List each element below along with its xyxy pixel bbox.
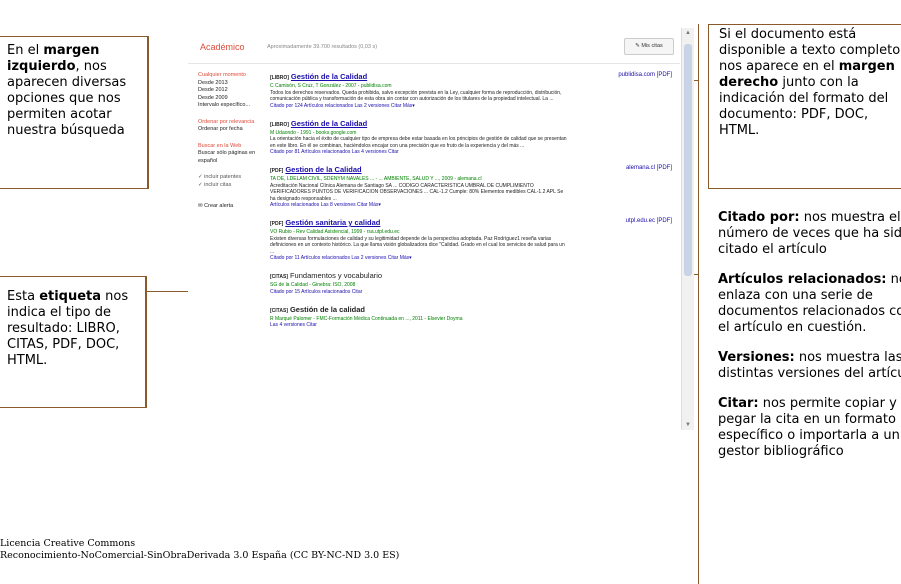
- result-title-link[interactable]: Gestión de la Calidad: [291, 119, 367, 128]
- list-item: [PDF] Gestión sanitaria y calidad VO Rubi…: [270, 218, 676, 262]
- explanation-related: Artículos relacionados: nos enlaza con u…: [718, 272, 901, 336]
- callout-margin-left: En el margen izquierdo, nos aparecen div…: [0, 36, 148, 189]
- explanation-term: Citar:: [718, 396, 759, 411]
- scholar-screenshot: Académico Aproximadamente 39.700 resulta…: [188, 28, 694, 430]
- list-item: [CITAS] Gestión de la calidad R Marqué Pa…: [270, 305, 676, 330]
- explanation-term: Citado por:: [718, 210, 800, 225]
- result-snippet: Todos los derechos reservados. Queda pro…: [270, 89, 562, 103]
- result-title-link[interactable]: Gestion de la Calidad: [285, 165, 361, 174]
- result-links[interactable]: Artículos relacionados Las 8 versiones C…: [270, 202, 676, 209]
- mail-icon: ✉: [198, 203, 203, 209]
- callout-text: Esta: [7, 289, 40, 304]
- include-citations-option[interactable]: ✓ incluir citas: [198, 182, 258, 190]
- explanation-versions: Versiones: nos muestra las distintas ver…: [718, 350, 901, 382]
- result-title[interactable]: [LIBRO] Gestión de la Calidad: [270, 72, 676, 83]
- result-snippet: Existen diversas formulaciones de calida…: [270, 235, 565, 255]
- result-snippet: Acreditación Nacional Clínica Alemana de…: [270, 182, 564, 202]
- sort-date[interactable]: Ordenar por fecha: [198, 126, 258, 134]
- result-title[interactable]: [PDF] Gestión sanitaria y calidad: [270, 218, 676, 229]
- callout-bold: etiqueta: [39, 289, 102, 304]
- search-web[interactable]: Buscar en la Web: [198, 143, 258, 151]
- create-alert-link[interactable]: ✉ Crear alerta: [198, 203, 258, 211]
- callout-text: En el: [7, 43, 44, 58]
- result-links[interactable]: Citado por 15 Artículos relacionados Cit…: [270, 289, 676, 296]
- filter-custom-range[interactable]: Intervalo específico...: [198, 102, 258, 110]
- sort-filters: Ordenar por relevancia Ordenar por fecha: [198, 119, 258, 134]
- link-explanations: Citado por: nos muestra el número de vec…: [718, 210, 901, 474]
- license-detail: Reconocimiento-NoComercial-SinObraDeriva…: [0, 550, 400, 561]
- explanation-cited-by: Citado por: nos muestra el número de vec…: [718, 210, 901, 258]
- callout-label-type: Esta etiqueta nos indica el tipo de resu…: [0, 276, 146, 408]
- explanation-cite: Citar: nos permite copiar y pegar la cit…: [718, 396, 901, 460]
- result-snippet: La orientación hacia el éxito de cualqui…: [270, 136, 567, 149]
- list-item: [LIBRO] Gestión de la Calidad C Camisón, …: [270, 72, 676, 110]
- connector-line: [148, 36, 149, 189]
- results-list: [LIBRO] Gestión de la Calidad C Camisón, …: [270, 72, 676, 338]
- result-title-link[interactable]: Gestión sanitaria y calidad: [285, 218, 380, 227]
- result-type-tag: [CITAS]: [270, 307, 288, 314]
- filter-since-2013[interactable]: Desde 2013: [198, 80, 258, 88]
- result-links[interactable]: Citado por 81 Artículos relacionados Las…: [270, 149, 676, 156]
- list-item: [LIBRO] Gestión de la Calidad M Udaondo -…: [270, 119, 676, 157]
- include-options: ✓ incluir patentes ✓ incluir citas: [198, 174, 258, 189]
- my-cites-button[interactable]: ✎ Mis citas: [624, 38, 674, 55]
- sort-relevance[interactable]: Ordenar por relevancia: [198, 119, 258, 127]
- result-authors: TA DE, LDELAM CIVIL, SDENYM NAVALES ... …: [270, 176, 482, 182]
- result-title: [CITAS] Fundamentos y vocabulario: [270, 271, 676, 282]
- result-title: [CITAS] Gestión de la calidad: [270, 305, 676, 316]
- include-patents-label: incluir patentes: [204, 174, 242, 180]
- result-links[interactable]: Citado por 11 Artículos relacionados Las…: [270, 255, 676, 262]
- list-item: [CITAS] Fundamentos y vocabulario SG de l…: [270, 271, 676, 296]
- result-title-link[interactable]: Gestión de la Calidad: [291, 72, 367, 81]
- include-patents-option[interactable]: ✓ incluir patentes: [198, 174, 258, 182]
- license-footer: Licencia Creative Commons Reconocimiento…: [0, 538, 399, 562]
- explanation-term: Versiones:: [718, 350, 795, 365]
- result-type-tag: [PDF]: [270, 168, 284, 174]
- search-spanish-only[interactable]: Buscar sólo páginas en español: [198, 150, 258, 165]
- scrollbar-thumb[interactable]: [684, 44, 692, 276]
- explanation-term: Artículos relacionados:: [718, 272, 887, 287]
- connector-line: [698, 24, 699, 584]
- arrow-up-icon[interactable]: ▲: [684, 30, 692, 36]
- my-cites-label: Mis citas: [641, 43, 663, 49]
- fulltext-link[interactable]: publidisa.com [PDF]: [618, 72, 672, 78]
- checkmark-icon: ✓: [198, 181, 203, 188]
- result-type-tag: [LIBRO]: [270, 75, 289, 81]
- result-type-tag: [LIBRO]: [270, 121, 289, 128]
- filter-since-2009[interactable]: Desde 2009: [198, 95, 258, 103]
- connector-line: [146, 276, 147, 408]
- scholar-brand: Académico: [200, 42, 245, 52]
- list-item: [PDF] Gestion de la Calidad TA DE, LDELAM…: [270, 165, 676, 209]
- filter-since-2012[interactable]: Desde 2012: [198, 87, 258, 95]
- fulltext-link[interactable]: alemana.cl [PDF]: [626, 165, 672, 171]
- result-title-text: Gestión de la calidad: [289, 304, 365, 314]
- result-title[interactable]: [PDF] Gestion de la Calidad: [270, 165, 676, 176]
- result-title-text: Fundamentos y vocabulario: [289, 271, 383, 280]
- result-links[interactable]: Citado por 124 Artículos relacionados La…: [270, 103, 676, 110]
- filter-any-time[interactable]: Cualquier momento: [198, 72, 258, 80]
- result-type-tag: [PDF]: [270, 221, 284, 227]
- language-filters: Buscar en la Web Buscar sólo páginas en …: [198, 143, 258, 166]
- results-count: Aproximadamente 39.700 resultados (0,03 …: [267, 44, 378, 50]
- result-title[interactable]: [LIBRO] Gestión de la Calidad: [270, 119, 676, 130]
- fulltext-link[interactable]: utpl.edu.ec [PDF]: [626, 218, 672, 224]
- callout-margin-right: Si el documento está disponible a texto …: [708, 24, 901, 189]
- checkmark-icon: ✓: [198, 174, 203, 180]
- result-links[interactable]: Las 4 versiones Citar: [270, 322, 676, 329]
- results-header: Académico Aproximadamente 39.700 resulta…: [188, 28, 680, 64]
- time-filters: Cualquier momento Desde 2013 Desde 2012 …: [198, 72, 258, 110]
- pencil-icon: ✎: [635, 43, 640, 49]
- result-type-tag: [CITAS]: [270, 274, 288, 280]
- scrollbar[interactable]: ▲ ▼: [681, 28, 694, 430]
- filter-sidebar: Cualquier momento Desde 2013 Desde 2012 …: [198, 72, 258, 211]
- create-alert-label: Crear alerta: [204, 203, 234, 209]
- arrow-down-icon[interactable]: ▼: [684, 422, 692, 428]
- include-citations-label: incluir citas: [204, 181, 232, 188]
- license-title: Licencia Creative Commons: [0, 538, 136, 549]
